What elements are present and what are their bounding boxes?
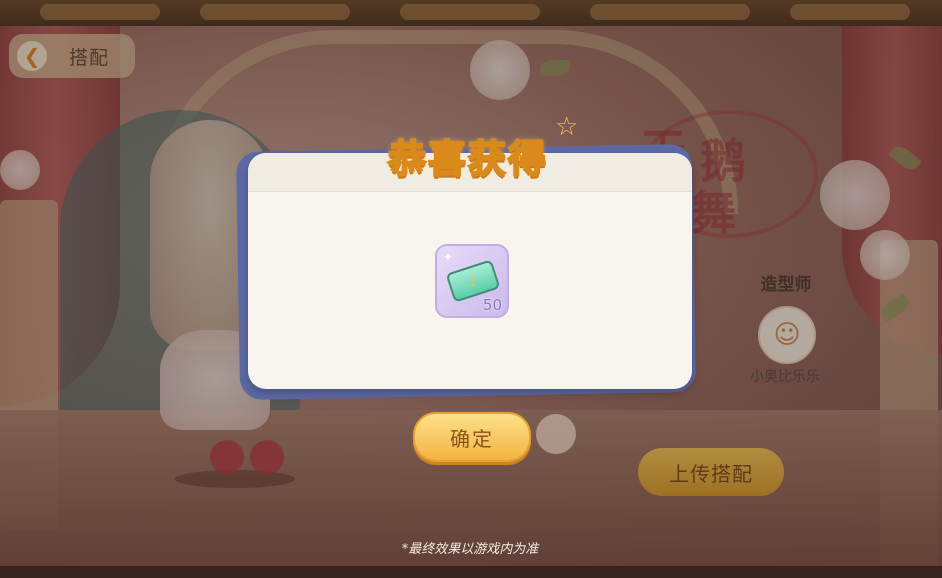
confirm-button[interactable]: 确定 bbox=[413, 412, 531, 462]
sparkle-icon: ✦ bbox=[443, 250, 454, 264]
reward-count: 50 bbox=[482, 296, 502, 314]
reward-item[interactable]: ✦ ♪ 50 bbox=[435, 244, 509, 318]
modal-title: 恭喜获得 bbox=[387, 136, 548, 182]
disclaimer-text: *最终效果以游戏内为准 bbox=[401, 542, 539, 557]
ghost-circle-decoration bbox=[536, 414, 576, 454]
